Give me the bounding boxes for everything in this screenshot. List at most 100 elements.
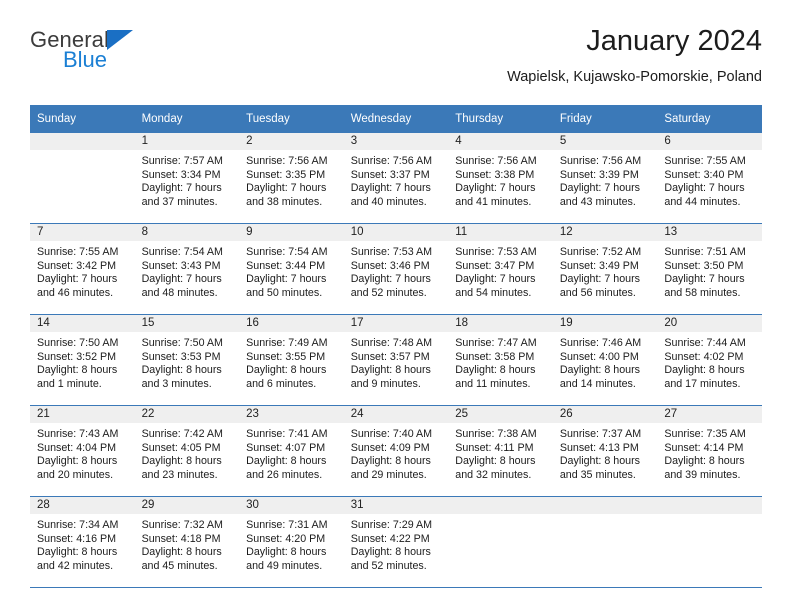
day-sun-info: Sunrise: 7:44 AM Sunset: 4:02 PM Daylight:…	[657, 332, 762, 391]
day-number: 25	[448, 406, 553, 423]
calendar-day-cell[interactable]: 28 Sunrise: 7:34 AM Sunset: 4:16 PM Dayligh…	[30, 496, 135, 588]
calendar-day-cell[interactable]: 17 Sunrise: 7:48 AM Sunset: 3:57 PM Dayligh…	[343, 314, 449, 406]
calendar-day-cell[interactable]: 1 Sunrise: 7:57 AM Sunset: 3:34 PM Daylight…	[134, 133, 240, 224]
day-sun-info: Sunrise: 7:55 AM Sunset: 3:40 PM Daylight:…	[657, 150, 762, 209]
calendar-day-cell[interactable]: 8 Sunrise: 7:54 AM Sunset: 3:43 PM Daylight…	[134, 223, 240, 315]
calendar-day-cell[interactable]: 24 Sunrise: 7:40 AM Sunset: 4:09 PM Dayligh…	[343, 405, 449, 497]
calendar-day-cell[interactable]: 26 Sunrise: 7:37 AM Sunset: 4:13 PM Dayligh…	[552, 405, 658, 497]
calendar-week-row: 21 Sunrise: 7:43 AM Sunset: 4:04 PM Dayligh…	[30, 405, 762, 497]
daylight-text-line2: and 32 minutes.	[455, 468, 532, 481]
daylight-text-line1: Daylight: 7 hours	[455, 182, 536, 195]
calendar-week-row: 14 Sunrise: 7:50 AM Sunset: 3:52 PM Dayligh…	[30, 314, 762, 406]
day-number: 2	[239, 133, 344, 150]
sunrise-text: Sunrise: 7:42 AM	[141, 428, 223, 440]
day-sun-info: Sunrise: 7:56 AM Sunset: 3:39 PM Daylight:…	[553, 150, 658, 209]
page-subtitle: Wapielsk, Kujawsko-Pomorskie, Poland	[507, 69, 762, 85]
calendar-body: 1 Sunrise: 7:57 AM Sunset: 3:34 PM Daylight…	[30, 133, 762, 588]
daylight-text-line1: Daylight: 8 hours	[559, 455, 641, 468]
sunrise-text: Sunrise: 7:56 AM	[455, 155, 537, 167]
sunrise-text: Sunrise: 7:34 AM	[37, 519, 119, 531]
sunset-text: Sunset: 4:04 PM	[37, 441, 117, 454]
calendar-day-cell[interactable]: 25 Sunrise: 7:38 AM Sunset: 4:11 PM Dayligh…	[448, 405, 553, 497]
sunrise-text: Sunrise: 7:31 AM	[246, 519, 328, 531]
calendar-day-cell[interactable]: 13 Sunrise: 7:51 AM Sunset: 3:50 PM Dayligh…	[657, 223, 762, 315]
calendar-day-cell[interactable]: 19 Sunrise: 7:46 AM Sunset: 4:00 PM Dayligh…	[552, 314, 658, 406]
calendar-day-cell[interactable]: 6 Sunrise: 7:55 AM Sunset: 3:40 PM Daylight…	[657, 133, 762, 224]
calendar-day-cell[interactable]: 23 Sunrise: 7:41 AM Sunset: 4:07 PM Dayligh…	[239, 405, 344, 497]
sunrise-text: Sunrise: 7:53 AM	[350, 246, 433, 258]
day-cell-content: 23 Sunrise: 7:41 AM Sunset: 4:07 PM Dayligh…	[239, 406, 344, 496]
daylight-text-line1: Daylight: 8 hours	[141, 546, 222, 559]
daylight-text-line2: and 17 minutes.	[664, 377, 741, 390]
daylight-text-line2: and 54 minutes.	[455, 286, 532, 299]
sunset-text: Sunset: 3:42 PM	[37, 259, 117, 272]
sunrise-text: Sunrise: 7:44 AM	[664, 337, 746, 349]
calendar-day-cell[interactable]: 4 Sunrise: 7:56 AM Sunset: 3:38 PM Daylight…	[448, 133, 553, 224]
sunrise-text: Sunrise: 7:53 AM	[455, 246, 537, 258]
day-cell-content: 12 Sunrise: 7:52 AM Sunset: 3:49 PM Dayligh…	[552, 224, 658, 314]
day-cell-content: 11 Sunrise: 7:53 AM Sunset: 3:47 PM Dayligh…	[448, 224, 553, 314]
day-sun-info: Sunrise: 7:56 AM Sunset: 3:35 PM Daylight:…	[239, 150, 344, 209]
weekday-header-wednesday: Wednesday	[343, 105, 449, 133]
sunset-text: Sunset: 3:46 PM	[350, 259, 430, 272]
day-sun-info: Sunrise: 7:50 AM Sunset: 3:53 PM Daylight:…	[135, 332, 240, 391]
sunset-text: Sunset: 3:49 PM	[559, 259, 639, 272]
daylight-text-line2: and 41 minutes.	[455, 195, 532, 208]
calendar-week-row: 28 Sunrise: 7:34 AM Sunset: 4:16 PM Dayligh…	[30, 496, 762, 588]
calendar-day-cell[interactable]: 27 Sunrise: 7:35 AM Sunset: 4:14 PM Dayligh…	[657, 405, 762, 497]
sunset-text: Sunset: 4:11 PM	[455, 441, 534, 454]
day-cell-content: 28 Sunrise: 7:34 AM Sunset: 4:16 PM Dayligh…	[30, 497, 135, 587]
calendar-day-cell[interactable]: 3 Sunrise: 7:56 AM Sunset: 3:37 PM Daylight…	[343, 133, 449, 224]
day-cell-content: 14 Sunrise: 7:50 AM Sunset: 3:52 PM Dayligh…	[30, 315, 135, 405]
weekday-header-tuesday: Tuesday	[239, 105, 344, 133]
page-title: January 2024	[586, 25, 762, 57]
day-cell-content: 31 Sunrise: 7:29 AM Sunset: 4:22 PM Dayligh…	[343, 497, 449, 587]
calendar-day-cell-empty	[448, 496, 553, 588]
weekday-header-thursday: Thursday	[448, 105, 553, 133]
calendar-day-cell[interactable]: 5 Sunrise: 7:56 AM Sunset: 3:39 PM Daylight…	[552, 133, 658, 224]
calendar-day-cell[interactable]: 29 Sunrise: 7:32 AM Sunset: 4:18 PM Dayligh…	[134, 496, 240, 588]
calendar-day-cell[interactable]: 21 Sunrise: 7:43 AM Sunset: 4:04 PM Dayligh…	[30, 405, 135, 497]
sunrise-text: Sunrise: 7:57 AM	[141, 155, 223, 167]
sunrise-text: Sunrise: 7:52 AM	[559, 246, 642, 258]
sunrise-text: Sunrise: 7:40 AM	[350, 428, 433, 440]
calendar-day-cell[interactable]: 15 Sunrise: 7:50 AM Sunset: 3:53 PM Dayligh…	[134, 314, 240, 406]
calendar-day-cell[interactable]: 16 Sunrise: 7:49 AM Sunset: 3:55 PM Dayligh…	[239, 314, 344, 406]
calendar-day-cell[interactable]: 12 Sunrise: 7:52 AM Sunset: 3:49 PM Dayligh…	[552, 223, 658, 315]
day-number	[448, 497, 553, 514]
calendar-day-cell[interactable]: 20 Sunrise: 7:44 AM Sunset: 4:02 PM Dayligh…	[657, 314, 762, 406]
calendar-day-cell[interactable]: 31 Sunrise: 7:29 AM Sunset: 4:22 PM Dayligh…	[343, 496, 449, 588]
calendar-day-cell[interactable]: 9 Sunrise: 7:54 AM Sunset: 3:44 PM Daylight…	[239, 223, 344, 315]
general-blue-logo: General Blue	[30, 28, 210, 84]
daylight-text-line1: Daylight: 7 hours	[246, 273, 327, 286]
day-number: 17	[343, 315, 449, 332]
weekday-header-monday: Monday	[134, 105, 240, 133]
weekday-header-saturday: Saturday	[657, 105, 762, 133]
calendar-day-cell[interactable]: 18 Sunrise: 7:47 AM Sunset: 3:58 PM Dayligh…	[448, 314, 553, 406]
day-cell-content	[30, 133, 135, 223]
daylight-text-line1: Daylight: 8 hours	[350, 546, 431, 559]
day-cell-content	[552, 497, 658, 587]
sunrise-text: Sunrise: 7:32 AM	[141, 519, 223, 531]
calendar-day-cell[interactable]: 10 Sunrise: 7:53 AM Sunset: 3:46 PM Dayligh…	[343, 223, 449, 315]
calendar-week-row: 1 Sunrise: 7:57 AM Sunset: 3:34 PM Daylight…	[30, 133, 762, 224]
calendar-day-cell[interactable]: 14 Sunrise: 7:50 AM Sunset: 3:52 PM Dayligh…	[30, 314, 135, 406]
calendar-day-cell[interactable]: 22 Sunrise: 7:42 AM Sunset: 4:05 PM Dayligh…	[134, 405, 240, 497]
sunrise-text: Sunrise: 7:55 AM	[37, 246, 119, 258]
day-number: 18	[448, 315, 553, 332]
calendar-day-cell[interactable]: 7 Sunrise: 7:55 AM Sunset: 3:42 PM Daylight…	[30, 223, 135, 315]
daylight-text-line1: Daylight: 8 hours	[141, 364, 222, 377]
daylight-text-line2: and 44 minutes.	[664, 195, 741, 208]
day-number: 12	[552, 224, 658, 241]
daylight-text-line2: and 11 minutes.	[455, 377, 531, 390]
calendar-day-cell[interactable]: 2 Sunrise: 7:56 AM Sunset: 3:35 PM Daylight…	[239, 133, 344, 224]
sunrise-text: Sunrise: 7:56 AM	[246, 155, 328, 167]
daylight-text-line1: Daylight: 8 hours	[350, 455, 431, 468]
calendar-day-cell[interactable]: 30 Sunrise: 7:31 AM Sunset: 4:20 PM Dayligh…	[239, 496, 344, 588]
day-cell-content: 22 Sunrise: 7:42 AM Sunset: 4:05 PM Dayligh…	[134, 406, 240, 496]
daylight-text-line2: and 56 minutes.	[559, 286, 636, 299]
day-sun-info: Sunrise: 7:50 AM Sunset: 3:52 PM Daylight:…	[30, 332, 135, 391]
calendar-day-cell[interactable]: 11 Sunrise: 7:53 AM Sunset: 3:47 PM Dayligh…	[448, 223, 553, 315]
day-sun-info: Sunrise: 7:53 AM Sunset: 3:47 PM Daylight:…	[448, 241, 553, 300]
day-sun-info	[657, 514, 762, 519]
